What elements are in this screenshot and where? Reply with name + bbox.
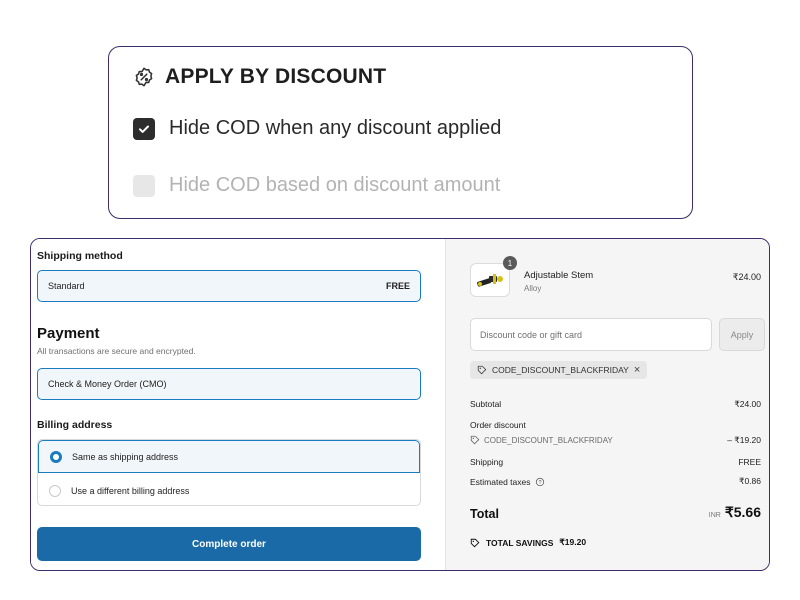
shipping-method-heading: Shipping method	[37, 250, 123, 262]
billing-different-address-option[interactable]: Use a different billing address	[38, 474, 420, 505]
discount-settings-card: APPLY BY DISCOUNT Hide COD when any disc…	[108, 46, 693, 219]
shipping-method-name: Standard	[48, 281, 85, 291]
order-discount-code: CODE_DISCOUNT_BLACKFRIDAY	[484, 435, 613, 445]
total-label: Total	[470, 507, 499, 521]
settings-header: APPLY BY DISCOUNT	[133, 65, 386, 89]
hide-cod-any-discount-checkbox[interactable]	[133, 117, 155, 140]
hide-cod-any-discount-label: Hide COD when any discount applied	[169, 117, 502, 139]
quantity-badge: 1	[503, 256, 517, 270]
total-savings-value: ₹19.20	[559, 537, 587, 547]
shipping-method-price: FREE	[385, 281, 410, 291]
product-variant: Alloy	[524, 284, 542, 293]
svg-text:?: ?	[539, 480, 542, 486]
remove-discount-icon[interactable]: ×	[634, 364, 640, 376]
subtotal-label: Subtotal	[470, 399, 502, 409]
taxes-value: ₹0.86	[739, 476, 761, 486]
billing-same-as-shipping-option[interactable]: Same as shipping address	[38, 440, 420, 473]
order-discount-value-row: – ₹19.20	[727, 435, 761, 446]
payment-method-name: Check & Money Order (CMO)	[48, 379, 167, 389]
billing-address-options: Same as shipping address Use a different…	[37, 439, 421, 506]
order-discount-code-line: CODE_DISCOUNT_BLACKFRIDAY	[470, 435, 613, 445]
order-discount-row: Order discount	[470, 420, 761, 430]
total-amount: ₹5.66	[724, 504, 761, 520]
applied-discount-code: CODE_DISCOUNT_BLACKFRIDAY	[492, 365, 629, 375]
shipping-method-option[interactable]: Standard FREE	[37, 270, 421, 302]
apply-discount-button[interactable]: Apply	[719, 318, 765, 351]
order-discount-label: Order discount	[470, 420, 526, 430]
product-name: Adjustable Stem	[524, 270, 594, 281]
billing-different-label: Use a different billing address	[71, 485, 190, 496]
total-currency: INR	[708, 512, 721, 519]
billing-address-heading: Billing address	[37, 419, 113, 431]
hide-cod-any-discount-option[interactable]: Hide COD when any discount applied	[133, 117, 501, 140]
hide-cod-discount-amount-checkbox	[133, 174, 155, 197]
settings-title: APPLY BY DISCOUNT	[165, 65, 387, 88]
checkout-form: Shipping method Standard FREE Payment Al…	[31, 239, 445, 570]
info-icon[interactable]: ?	[535, 477, 545, 487]
total-value-group: INR ₹5.66	[709, 504, 761, 521]
shipping-label: Shipping	[470, 457, 504, 467]
radio-unselected-icon[interactable]	[49, 484, 61, 497]
discount-code-placeholder: Discount code or gift card	[480, 329, 583, 340]
product-price: ₹24.00	[732, 272, 761, 282]
shipping-value: FREE	[738, 457, 761, 467]
payment-method-option[interactable]: Check & Money Order (CMO)	[37, 368, 421, 400]
applied-discount-chip: CODE_DISCOUNT_BLACKFRIDAY ×	[470, 361, 648, 379]
product-thumbnail	[470, 263, 510, 297]
taxes-label-group: Estimated taxes ?	[470, 476, 545, 487]
radio-selected-icon[interactable]	[50, 450, 62, 463]
billing-same-label: Same as shipping address	[72, 451, 179, 462]
taxes-row: Estimated taxes ? ₹0.86	[470, 476, 761, 487]
bike-stem-image	[477, 274, 503, 287]
total-savings-label: TOTAL SAVINGS	[486, 537, 554, 548]
taxes-label: Estimated taxes	[470, 476, 531, 487]
subtotal-value: ₹24.00	[734, 399, 761, 409]
tag-icon	[477, 365, 487, 375]
hide-cod-discount-amount-label: Hide COD based on discount amount	[169, 174, 501, 196]
discount-badge-icon	[133, 66, 155, 88]
discount-code-input[interactable]: Discount code or gift card	[470, 318, 712, 351]
complete-order-button[interactable]: Complete order	[37, 527, 421, 561]
order-discount-value: – ₹19.20	[727, 435, 761, 445]
tag-icon	[470, 435, 480, 445]
check-icon	[139, 125, 149, 133]
payment-heading: Payment	[37, 325, 100, 342]
payment-security-note: All transactions are secure and encrypte…	[37, 346, 196, 356]
subtotal-row: Subtotal ₹24.00	[470, 399, 761, 410]
checkout-preview: Shipping method Standard FREE Payment Al…	[30, 238, 770, 571]
order-summary: 1 Adjustable Stem Alloy ₹24.00 Discount …	[445, 239, 769, 570]
shipping-row: Shipping FREE	[470, 457, 761, 467]
savings-tag-icon	[470, 538, 480, 547]
total-savings: TOTAL SAVINGS ₹19.20	[470, 537, 586, 548]
hide-cod-discount-amount-option: Hide COD based on discount amount	[133, 174, 500, 197]
